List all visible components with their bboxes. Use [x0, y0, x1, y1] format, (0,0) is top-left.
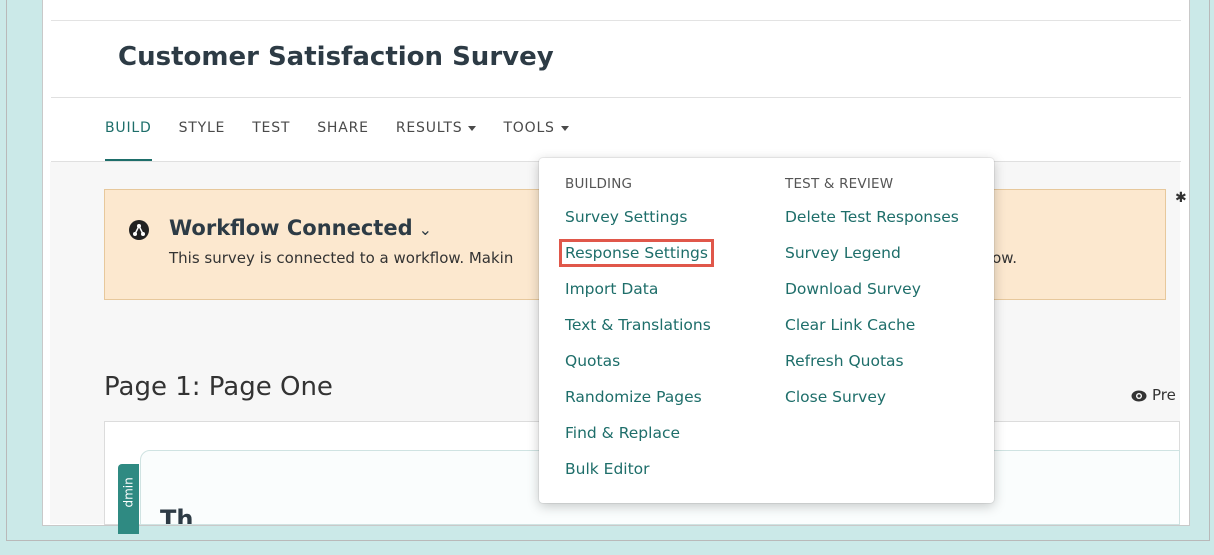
menu-item-quotas[interactable]: Quotas [565, 351, 714, 387]
eye-icon [1131, 390, 1147, 401]
tab-label: BUILD [105, 120, 152, 136]
tab-label: STYLE [178, 120, 226, 136]
menu-item-label: Clear Link Cache [785, 316, 916, 334]
menu-item-import-data[interactable]: Import Data [565, 279, 714, 315]
tab-share[interactable]: SHARE [317, 112, 369, 162]
test-review-column: TEST & REVIEW Delete Test Responses Surv… [785, 176, 959, 423]
menu-item-survey-settings[interactable]: Survey Settings [565, 207, 714, 243]
menu-item-bulk-editor[interactable]: Bulk Editor [565, 459, 714, 495]
tab-label: SHARE [317, 120, 369, 136]
tools-dropdown-menu: BUILDING Survey Settings Response Settin… [539, 158, 994, 503]
frame-bottom-border [6, 540, 1210, 541]
divider [51, 97, 1181, 98]
menu-item-randomize-pages[interactable]: Randomize Pages [565, 387, 714, 423]
menu-item-close-survey[interactable]: Close Survey [785, 387, 959, 423]
menu-item-text-translations[interactable]: Text & Translations [565, 315, 714, 351]
building-header: BUILDING [565, 176, 633, 192]
chevron-down-icon: ⌄ [418, 220, 433, 239]
building-column: BUILDING Survey Settings Response Settin… [559, 176, 714, 495]
tab-tools[interactable]: TOOLS [503, 112, 569, 162]
menu-item-label: Bulk Editor [565, 460, 650, 478]
test-review-header: TEST & REVIEW [785, 176, 894, 192]
menu-item-label: Close Survey [785, 388, 887, 406]
alert-title-text: Workflow Connected [169, 216, 413, 240]
menu-item-label: Delete Test Responses [785, 208, 959, 226]
tab-label: TEST [252, 120, 291, 136]
menu-item-label: Find & Replace [565, 424, 681, 442]
tab-label: RESULTS [395, 120, 463, 136]
menu-item-label: Response Settings [559, 239, 714, 267]
menu-item-label: Quotas [565, 352, 621, 370]
menu-item-label: Import Data [565, 280, 659, 298]
tab-test[interactable]: TEST [252, 112, 290, 162]
menu-item-label: Survey Legend [785, 244, 901, 262]
divider [51, 20, 1181, 21]
alert-title[interactable]: Workflow Connected ⌄ [169, 216, 432, 240]
page-title: Customer Satisfaction Survey [118, 42, 554, 72]
menu-item-find-replace[interactable]: Find & Replace [565, 423, 714, 459]
frame-left-border [6, 0, 7, 540]
main-nav: BUILD STYLE TEST SHARE RESULTS TOOLS [105, 112, 596, 162]
tab-results[interactable]: RESULTS [396, 112, 477, 162]
caret-down-icon [468, 125, 477, 131]
menu-item-clear-link-cache[interactable]: Clear Link Cache [785, 315, 959, 351]
admin-label: dmin [121, 477, 136, 508]
tab-label: TOOLS [503, 120, 555, 136]
menu-item-label: Randomize Pages [565, 388, 702, 406]
menu-item-delete-test-responses[interactable]: Delete Test Responses [785, 207, 959, 243]
menu-item-label: Text & Translations [565, 316, 711, 334]
pin-icon[interactable]: ✱ [1175, 190, 1187, 206]
tab-style[interactable]: STYLE [179, 112, 226, 162]
question-heading: Th [160, 505, 194, 524]
menu-item-refresh-quotas[interactable]: Refresh Quotas [785, 351, 959, 387]
caret-down-icon [560, 125, 569, 131]
page-heading: Page 1: Page One [104, 372, 333, 402]
menu-item-response-settings[interactable]: Response Settings [559, 239, 714, 279]
menu-item-label: Refresh Quotas [785, 352, 904, 370]
menu-item-label: Survey Settings [565, 208, 688, 226]
menu-item-download-survey[interactable]: Download Survey [785, 279, 959, 315]
workflow-icon [129, 220, 149, 240]
preview-label: Pre [1152, 386, 1176, 404]
frame-right-border [1209, 0, 1210, 541]
tab-build[interactable]: BUILD [105, 112, 152, 162]
menu-item-label: Download Survey [785, 280, 921, 298]
alert-message: This survey is connected to a workflow. … [169, 249, 514, 267]
preview-link[interactable]: Pre [1131, 386, 1176, 404]
menu-item-survey-legend[interactable]: Survey Legend [785, 243, 959, 279]
